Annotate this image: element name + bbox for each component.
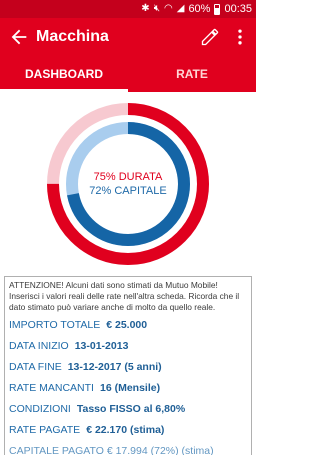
row-value: 13-01-2013: [74, 340, 129, 352]
status-icons: ✱ 🔇︎ ◠ ◢ 60% 00:35: [141, 2, 252, 16]
clock: 00:35: [224, 3, 252, 15]
row-label: IMPORTO TOTALE: [9, 319, 101, 331]
estimate-warning: ATTENZIONE! Alcuni dati sono stimati da …: [9, 280, 240, 312]
battery-icon: [214, 3, 221, 15]
row-label: CONDIZIONI: [9, 403, 71, 415]
battery-percent: 60%: [188, 3, 211, 15]
info-row-rate-pagate: RATE PAGATE € 22.170 (stima): [9, 421, 247, 439]
info-card: ATTENZIONE! Alcuni dati sono stimati da …: [4, 276, 252, 455]
durata-label: 75% DURATA: [93, 171, 163, 183]
edit-pencil-icon[interactable]: [200, 27, 220, 47]
more-options-icon[interactable]: [232, 27, 248, 47]
info-row-data-inizio: DATA INIZIO 13-01-2013: [9, 337, 247, 355]
info-row-data-fine: DATA FINE 13-12-2017 (5 anni): [9, 358, 247, 376]
row-value: 16 (Mensile): [99, 382, 161, 394]
info-row-importo: IMPORTO TOTALE € 25.000: [9, 316, 247, 334]
tab-bar: DASHBOARD RATE: [0, 58, 256, 92]
row-value: € 22.170 (stima): [86, 424, 165, 436]
tab-rate[interactable]: RATE: [128, 58, 256, 92]
row-label: RATE MANCANTI: [9, 382, 94, 394]
wifi-icon: ◠: [164, 3, 173, 14]
info-row-rate-mancanti: RATE MANCANTI 16 (Mensile): [9, 379, 247, 397]
page-title: Macchina: [36, 28, 109, 45]
row-value: Tasso FISSO al 6,80%: [76, 403, 186, 415]
mute-icon: 🔇︎: [153, 3, 160, 14]
info-row-condizioni: CONDIZIONI Tasso FISSO al 6,80%: [9, 400, 247, 418]
capitale-label: 72% CAPITALE: [89, 185, 167, 197]
status-bar: ✱ 🔇︎ ◠ ◢ 60% 00:35: [0, 0, 256, 18]
row-label: RATE PAGATE: [9, 424, 81, 436]
row-value: 13-12-2017 (5 anni): [67, 361, 162, 373]
row-label: DATA FINE: [9, 361, 62, 373]
bluetooth-icon: ✱: [141, 3, 150, 14]
donut-center-labels: 75% DURATA 72% CAPITALE: [63, 170, 193, 198]
tab-dashboard[interactable]: DASHBOARD: [0, 58, 128, 92]
row-label: DATA INIZIO: [9, 340, 69, 352]
app-bar: Macchina: [0, 18, 256, 58]
row-value: € 25.000: [106, 319, 148, 331]
signal-icon: ◢: [176, 3, 185, 14]
back-arrow-icon[interactable]: [8, 26, 30, 48]
info-row-capitale-pagato: CAPITALE PAGATO € 17.994 (72%) (stima): [9, 445, 214, 455]
